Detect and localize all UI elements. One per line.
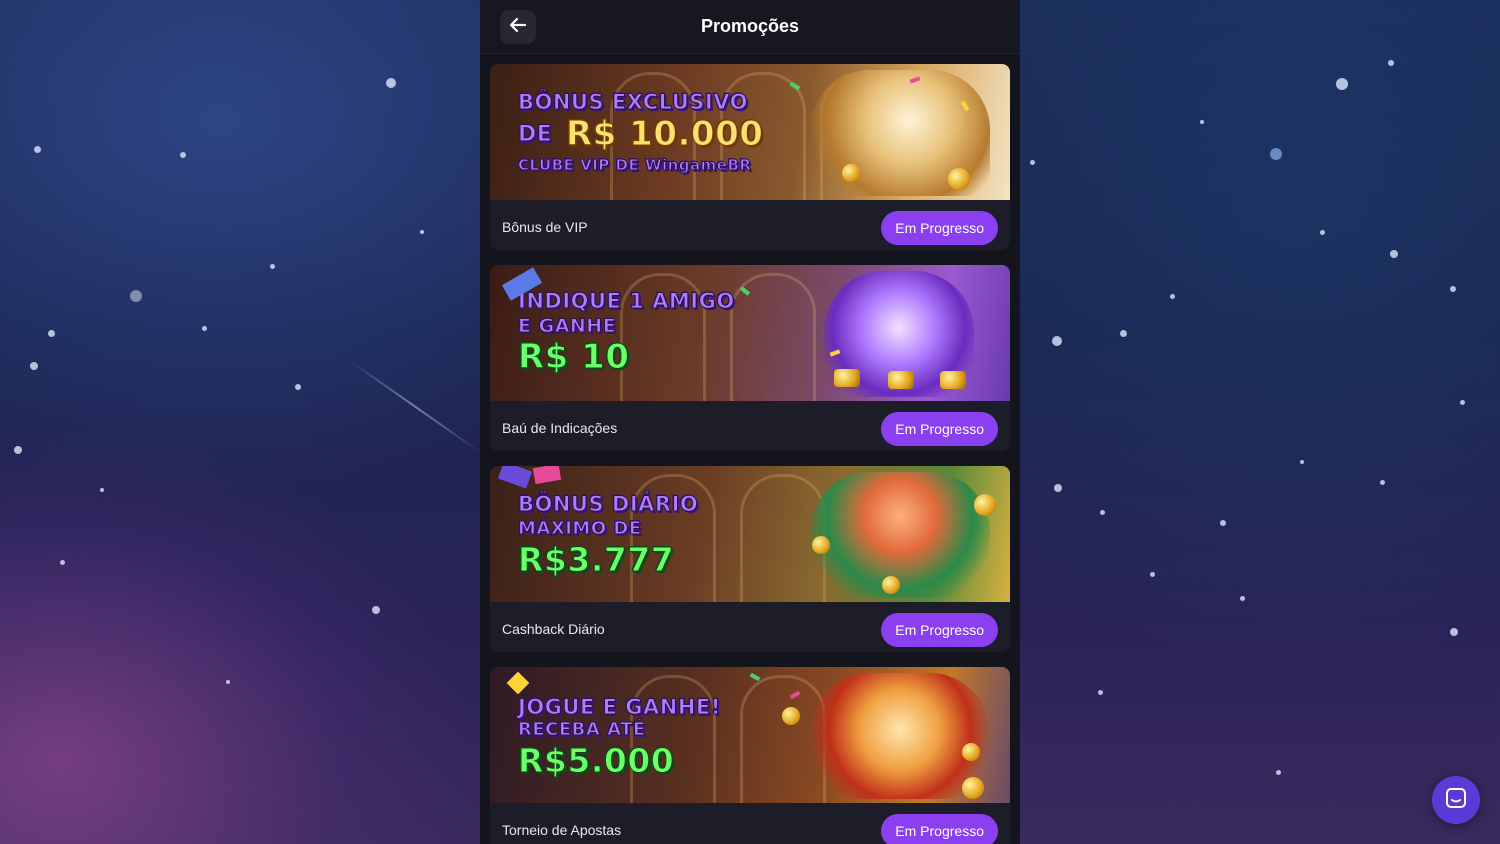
banner-amount: R$3.777 [517,540,675,580]
top-bar: Promoções [480,0,1020,54]
banner-amount: R$ 10 [518,337,630,378]
banner-amount: R$ 10.000 [565,114,764,155]
promotions-app-panel: Promoções BÔNUS EXCLUSIVO DE R$ 10.000 C… [480,0,1020,844]
promotion-name: Bônus de VIP [502,219,588,235]
promotion-list: BÔNUS EXCLUSIVO DE R$ 10.000 CLUBE VIP D… [490,64,1010,844]
banner-headline: BÔNUS EXCLUSIVO [518,90,748,115]
banner-headline: BÔNUS DIÁRIO [517,492,699,517]
banner-headline: JOGUE E GANHE! [518,695,721,720]
promotion-card-cashback[interactable]: BÔNUS DIÁRIO MÁXIMO DE R$3.777 Cashback … [490,466,1010,652]
shooting-star [349,360,482,454]
promotion-card-tournament[interactable]: JOGUE E GANHE! RECEBA ATÉ R$5.000 Tornei… [490,667,1010,844]
promotion-name: Cashback Diário [502,621,605,637]
banner-subline: E GANHE [517,315,617,338]
promotion-name: Torneio de Apostas [502,822,622,838]
page-title: Promoções [700,16,800,36]
banner-prefix: DE [517,122,553,148]
mouse-illustration [810,673,990,799]
promotion-banner[interactable]: INDIQUE 1 AMIGO E GANHE R$ 10 [490,265,1010,401]
status-button[interactable]: Em Progresso [881,613,998,647]
banner-subline: RECEBA ATÉ [518,719,646,741]
promotion-banner[interactable]: BÔNUS DIÁRIO MÁXIMO DE R$3.777 [490,466,1010,602]
status-button[interactable]: Em Progresso [881,412,998,446]
promotion-footer: Torneio de Apostas Em Progresso [490,803,1010,844]
promotion-footer: Cashback Diário Em Progresso [490,602,1010,652]
leprechaun-illustration [810,472,990,598]
promotion-card-referral[interactable]: INDIQUE 1 AMIGO E GANHE R$ 10 Baú de Ind… [490,265,1010,451]
status-button[interactable]: Em Progresso [881,814,998,844]
promotion-footer: Baú de Indicações Em Progresso [490,401,1010,451]
promotion-banner[interactable]: JOGUE E GANHE! RECEBA ATÉ R$5.000 [490,667,1010,803]
banner-subline: CLUBE VIP DE WingameBR [517,156,752,175]
promotion-banner[interactable]: BÔNUS EXCLUSIVO DE R$ 10.000 CLUBE VIP D… [490,64,1010,200]
promotion-name: Baú de Indicações [502,420,618,436]
chat-icon [1444,786,1468,815]
status-button[interactable]: Em Progresso [881,211,998,245]
banner-subline: MÁXIMO DE [518,518,642,540]
chat-support-button[interactable] [1432,776,1480,824]
banner-headline: INDIQUE 1 AMIGO [518,289,735,314]
promotion-footer: Bônus de VIP Em Progresso [490,200,1010,250]
promotion-card-vip[interactable]: BÔNUS EXCLUSIVO DE R$ 10.000 CLUBE VIP D… [490,64,1010,250]
banner-amount: R$5.000 [517,741,675,781]
